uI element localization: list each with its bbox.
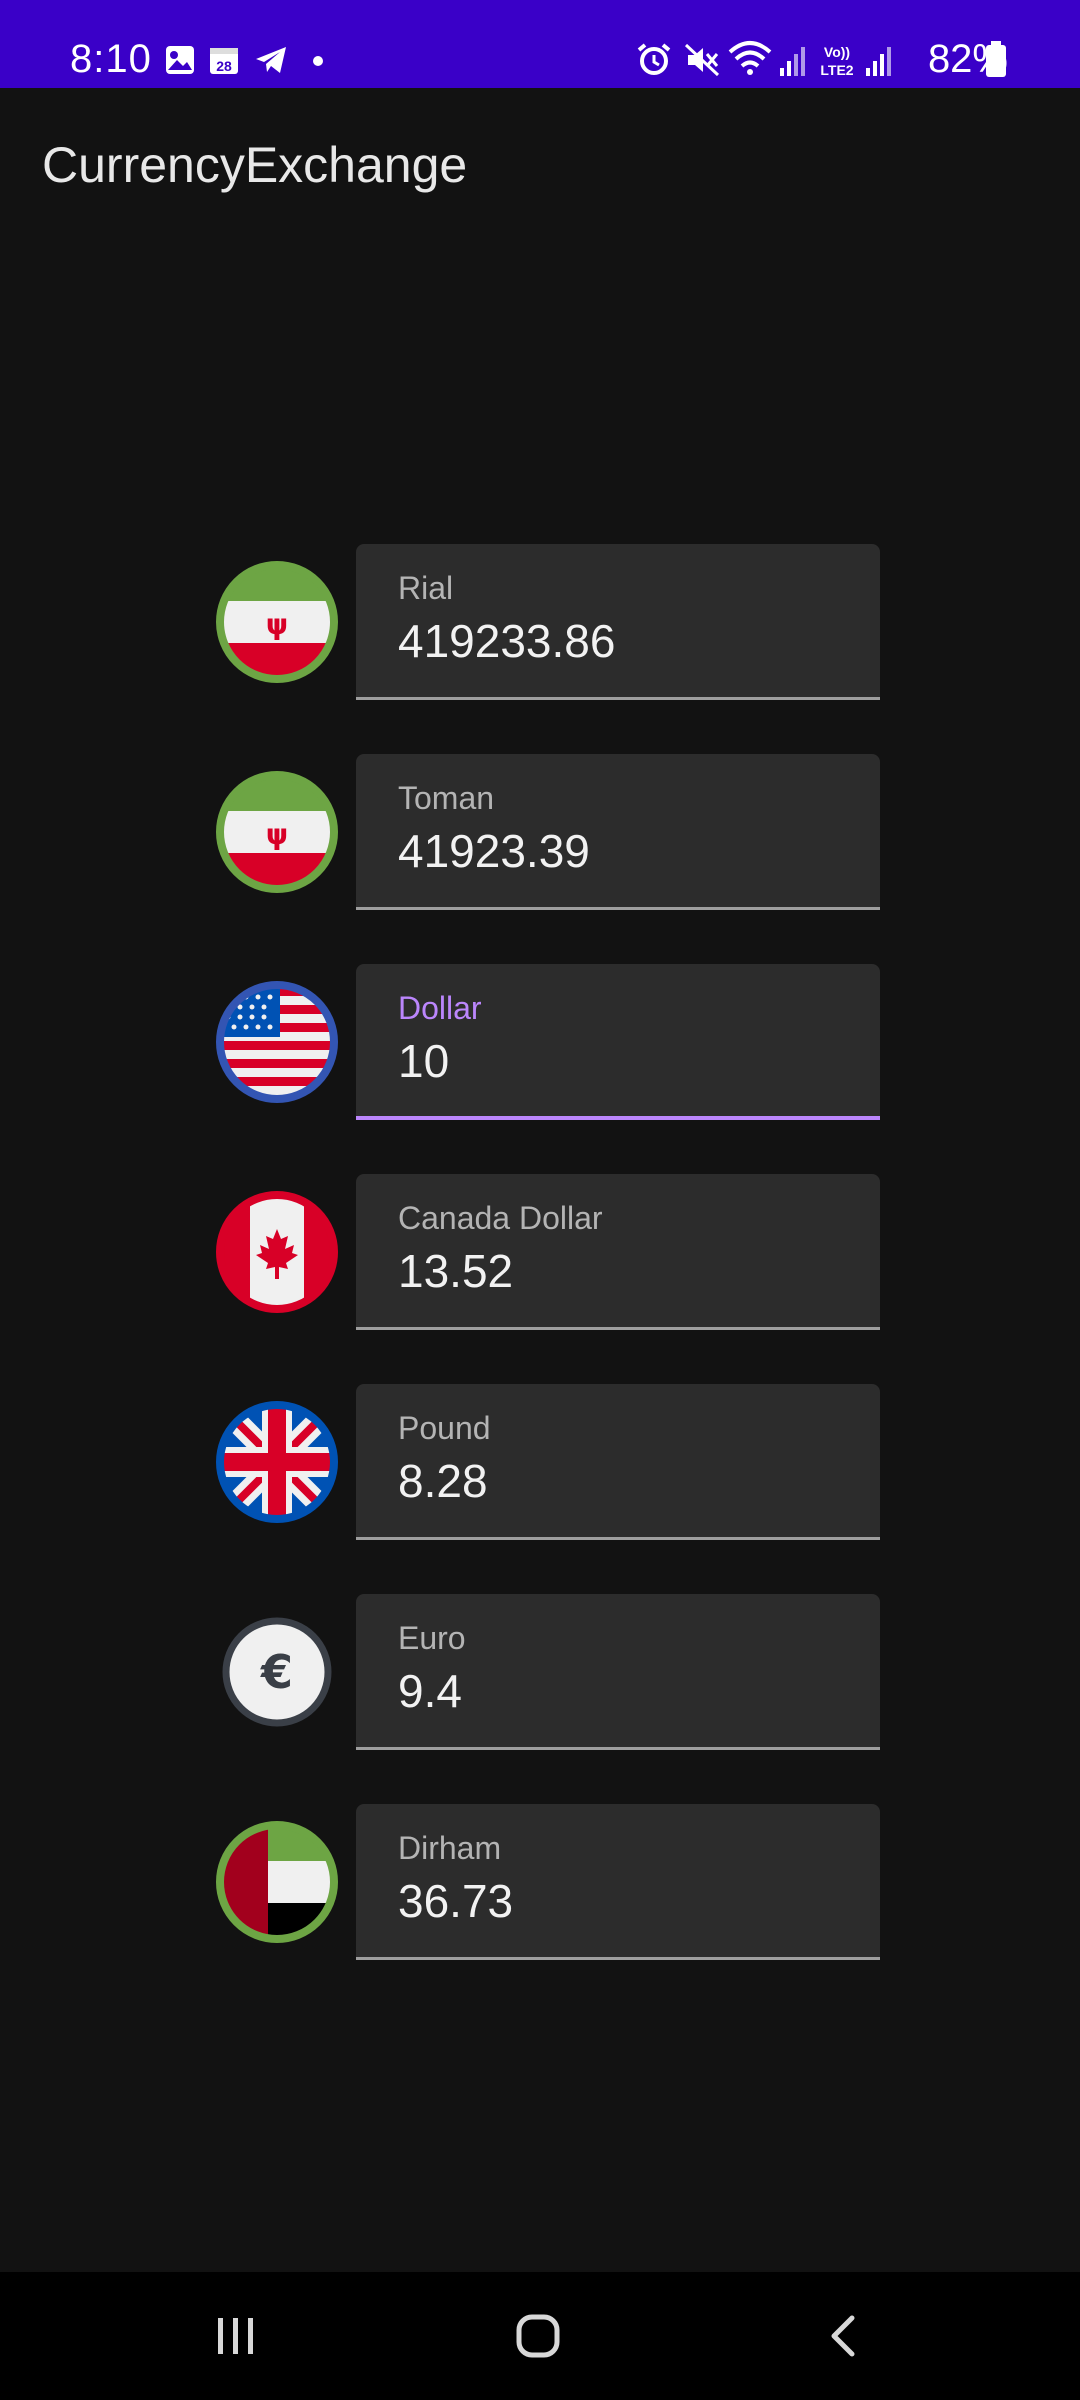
gallery-icon xyxy=(166,46,194,74)
canada-dollar-field[interactable]: Canada Dollar xyxy=(356,1174,880,1330)
euro-field-label: Euro xyxy=(398,1620,466,1656)
currency-row-dirham: Dirham xyxy=(0,1804,1080,1964)
status-time: 8:10 xyxy=(70,37,152,81)
app-bar: CurrencyExchange xyxy=(0,88,1080,240)
navigation-bar xyxy=(0,2272,1080,2400)
euro-icon: € xyxy=(222,1617,332,1727)
home-icon[interactable] xyxy=(514,2312,562,2360)
volte-icon: Vo)) LTE2 xyxy=(820,44,853,78)
usa-flag-icon xyxy=(216,981,338,1103)
euro-symbol: € xyxy=(260,1645,293,1699)
dirham-input[interactable] xyxy=(398,1874,838,1928)
svg-text:LTE2: LTE2 xyxy=(820,62,853,78)
signal-icon xyxy=(780,47,805,76)
svg-text:Vo)): Vo)) xyxy=(824,44,850,60)
iran-flag-icon: ψ xyxy=(216,771,338,893)
canada-dollar-field-label: Canada Dollar xyxy=(398,1200,603,1236)
dirham-field[interactable]: Dirham xyxy=(356,1804,880,1960)
currency-row-dollar: Dollar xyxy=(0,964,1080,1124)
dollar-field-label: Dollar xyxy=(398,990,482,1026)
app-title: CurrencyExchange xyxy=(42,137,468,193)
toman-field-label: Toman xyxy=(398,780,495,816)
toman-field[interactable]: Toman xyxy=(356,754,880,910)
currency-row-pound: Pound xyxy=(0,1384,1080,1544)
dirham-field-label: Dirham xyxy=(398,1830,502,1866)
euro-field[interactable]: Euro xyxy=(356,1594,880,1750)
currency-row-rial: ψ Rial xyxy=(0,544,1080,704)
canada-flag-icon xyxy=(216,1191,338,1313)
currency-row-toman: ψ Toman xyxy=(0,754,1080,914)
status-bar: 8:10 28 Vo)) LTE2 82% xyxy=(0,0,1080,88)
canada-dollar-input[interactable] xyxy=(398,1244,838,1298)
currency-row-euro: € Euro xyxy=(0,1594,1080,1754)
rial-field[interactable]: Rial xyxy=(356,544,880,700)
pound-field-label: Pound xyxy=(398,1410,491,1446)
recent-apps-icon[interactable] xyxy=(212,2314,260,2358)
uae-flag-icon xyxy=(216,1821,338,1943)
euro-input[interactable] xyxy=(398,1664,838,1718)
dollar-field[interactable]: Dollar xyxy=(356,964,880,1120)
battery-icon xyxy=(986,41,1006,77)
pound-field[interactable]: Pound xyxy=(356,1384,880,1540)
signal-2-icon xyxy=(866,47,891,76)
calendar-icon: 28 xyxy=(210,48,238,74)
svg-text:ψ: ψ xyxy=(266,818,288,851)
toman-input[interactable] xyxy=(398,824,838,878)
notification-dot-icon xyxy=(313,56,323,66)
currency-row-canada-dollar: Canada Dollar xyxy=(0,1174,1080,1334)
alarm-icon xyxy=(637,43,671,75)
rial-input[interactable] xyxy=(398,614,838,668)
mute-icon xyxy=(684,43,720,77)
pound-input[interactable] xyxy=(398,1454,838,1508)
wifi-icon xyxy=(728,41,772,75)
back-icon[interactable] xyxy=(822,2312,866,2360)
svg-text:ψ: ψ xyxy=(266,608,288,641)
dollar-input[interactable] xyxy=(398,1034,838,1088)
telegram-icon xyxy=(256,47,286,73)
calendar-day: 28 xyxy=(216,58,232,74)
rial-field-label: Rial xyxy=(398,570,454,606)
iran-flag-icon: ψ xyxy=(216,561,338,683)
uk-flag-icon xyxy=(216,1401,338,1523)
